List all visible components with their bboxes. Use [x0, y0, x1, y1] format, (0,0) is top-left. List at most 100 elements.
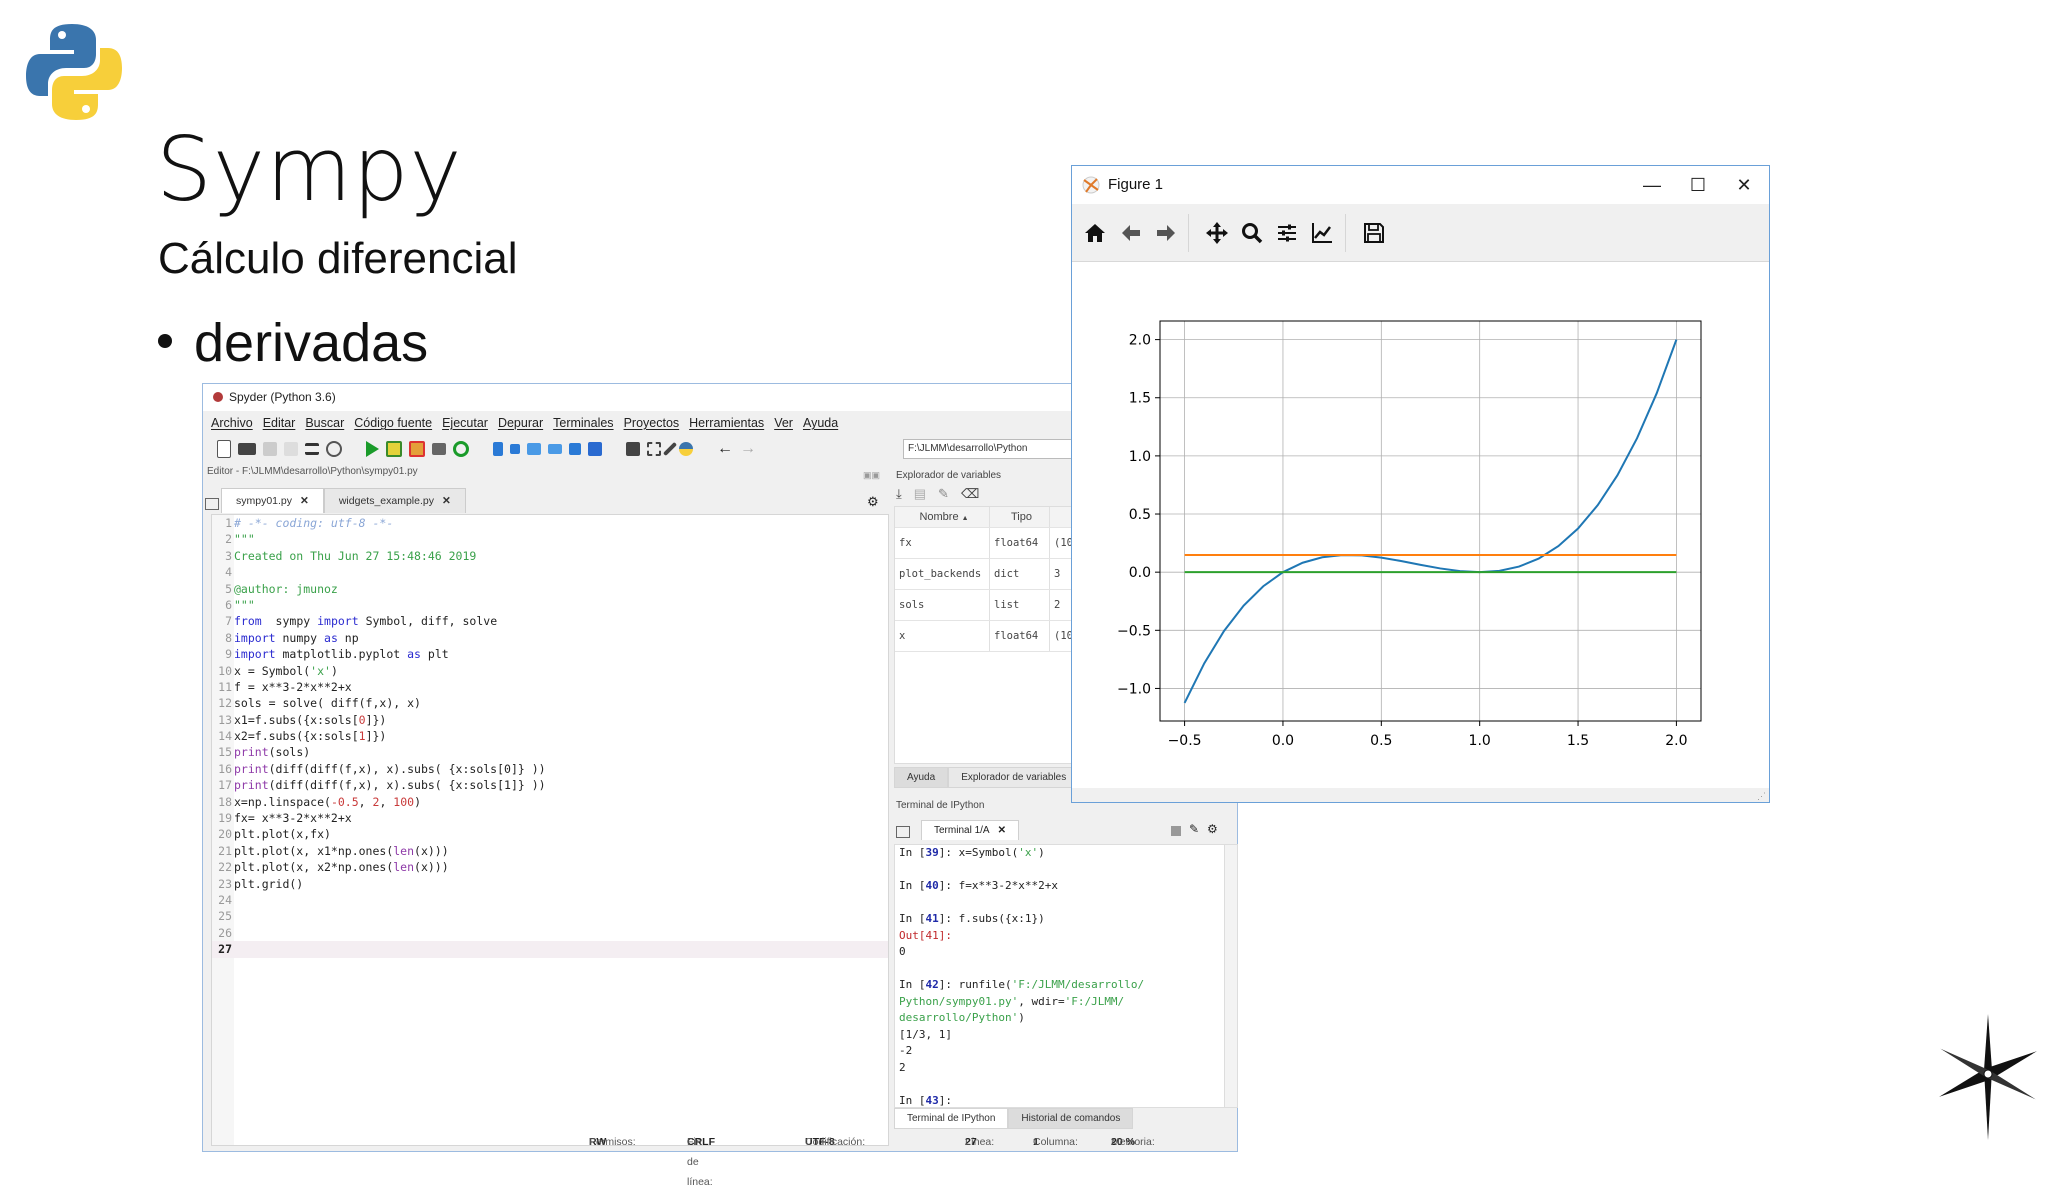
forward-arrow-icon[interactable]: →	[740, 440, 756, 458]
save-data-icon[interactable]: ▤	[914, 486, 926, 502]
code-line[interactable]: 8 import numpy as np	[212, 630, 888, 646]
at-icon[interactable]	[326, 441, 342, 457]
code-line[interactable]: 16 print(diff(diff(f,x), x).subs( {x:sols…	[212, 761, 888, 777]
ipython-console[interactable]: In [39]: x=Symbol('x') In [40]: f=x**3-2*…	[894, 844, 1226, 1108]
menu-proyectos[interactable]: Proyectos	[624, 413, 680, 433]
run-cell-icon[interactable]	[386, 441, 402, 457]
minimize-button[interactable]: —	[1629, 166, 1675, 204]
code-line[interactable]: 2 """	[212, 531, 888, 547]
pan-icon[interactable]	[1204, 220, 1230, 246]
clear-console-icon[interactable]: ✎	[1189, 822, 1199, 836]
forward-icon[interactable]	[1153, 220, 1179, 246]
tab-terminal-1a[interactable]: Terminal 1/A ✕	[921, 820, 1019, 840]
code-line[interactable]: 14 x2=f.subs({x:sols[1]})	[212, 728, 888, 744]
code-line[interactable]: 22 plt.plot(x, x2*np.ones(len(x)))	[212, 859, 888, 875]
menu-depurar[interactable]: Depurar	[498, 413, 543, 433]
code-editor[interactable]: 1 # -*- coding: utf-8 -*- 2 """ 3 Created on …	[211, 514, 889, 1146]
code-line[interactable]: 26	[212, 925, 888, 941]
menu-herramientas[interactable]: Herramientas	[689, 413, 764, 433]
tab-widgets-example[interactable]: widgets_example.py ✕	[323, 488, 466, 513]
debug-icon[interactable]	[493, 442, 503, 456]
list-icon[interactable]	[305, 443, 319, 455]
console-scrollbar[interactable]	[1224, 844, 1238, 1108]
tab-sympy01[interactable]: sympy01.py ✕	[221, 488, 324, 513]
code-line[interactable]: 19 fx= x**3-2*x**2+x	[212, 810, 888, 826]
save-icon[interactable]	[263, 442, 277, 456]
menu-archivo[interactable]: Archivo	[211, 413, 253, 433]
import-data-icon[interactable]: ⤓	[896, 486, 902, 502]
python-path-icon[interactable]	[679, 442, 693, 456]
code-line[interactable]: 13 x1=f.subs({x:sols[0]})	[212, 712, 888, 728]
back-icon[interactable]	[1118, 220, 1144, 246]
subplots-icon[interactable]	[1274, 220, 1300, 246]
tab-ayuda[interactable]: Ayuda	[894, 767, 949, 788]
code-line[interactable]: 1 # -*- coding: utf-8 -*-	[212, 515, 888, 531]
browse-terminals-icon[interactable]	[896, 826, 910, 838]
save-figure-icon[interactable]	[1361, 220, 1387, 246]
code-line[interactable]: 4	[212, 564, 888, 580]
maximize-pane-icon[interactable]	[626, 442, 640, 456]
stop-kernel-icon[interactable]	[1171, 826, 1181, 836]
code-line[interactable]: 21 plt.plot(x, x1*np.ones(len(x)))	[212, 843, 888, 859]
pane-options-icon[interactable]: ▣▣	[863, 470, 880, 481]
menu-ayuda[interactable]: Ayuda	[803, 413, 838, 433]
code-line[interactable]: 12 sols = solve( diff(f,x), x)	[212, 695, 888, 711]
menu-codigo-fuente[interactable]: Código fuente	[354, 413, 432, 433]
options-gear-icon[interactable]: ⚙	[867, 494, 879, 510]
code-line[interactable]: 23 plt.grid()	[212, 876, 888, 892]
close-tab-icon[interactable]: ✕	[998, 825, 1006, 836]
resize-grip-icon[interactable]: ⋰	[1757, 791, 1766, 802]
code-line[interactable]: 27	[212, 941, 888, 958]
run-icon[interactable]	[366, 441, 379, 457]
save-all-icon[interactable]	[284, 442, 298, 456]
code-line[interactable]: 17 print(diff(diff(f,x), x).subs( {x:sols…	[212, 777, 888, 793]
remove-all-variables-icon[interactable]: ⌫	[961, 486, 979, 502]
terminal-options-icon[interactable]: ⚙	[1207, 822, 1218, 836]
step-icon[interactable]	[510, 444, 520, 454]
preferences-wrench-icon[interactable]	[662, 441, 678, 457]
code-line[interactable]: 5 @author: jmunoz	[212, 581, 888, 597]
maximize-button[interactable]: ☐	[1675, 166, 1721, 204]
continue-icon[interactable]	[569, 443, 581, 455]
home-icon[interactable]	[1082, 220, 1108, 246]
menu-ver[interactable]: Ver	[774, 413, 793, 433]
rerun-icon[interactable]	[453, 441, 469, 457]
back-arrow-icon[interactable]: ←	[717, 440, 733, 458]
tab-terminal-ipython[interactable]: Terminal de IPython	[894, 1108, 1009, 1129]
code-line[interactable]: 25	[212, 908, 888, 924]
col-nombre[interactable]: Nombre ▲	[895, 507, 990, 527]
menu-buscar[interactable]: Buscar	[305, 413, 344, 433]
code-line[interactable]: 24	[212, 892, 888, 908]
col-tipo[interactable]: Tipo	[990, 507, 1050, 527]
code-line[interactable]: 6 """	[212, 597, 888, 613]
tab-explorador-variables[interactable]: Explorador de variables	[948, 767, 1080, 788]
menu-ejecutar[interactable]: Ejecutar	[442, 413, 488, 433]
zoom-icon[interactable]	[1239, 220, 1265, 246]
plot-canvas[interactable]: −0.5 0.0 0.5 1.0 1.5 2.0 −1.0 −0.5 0.0 0.5 1.0 1.5 2…	[1072, 262, 1769, 791]
menu-editar[interactable]: Editar	[263, 413, 296, 433]
code-line[interactable]: 3 Created on Thu Jun 27 15:48:46 2019	[212, 548, 888, 564]
code-line[interactable]: 11 f = x**3-2*x**2+x	[212, 679, 888, 695]
close-tab-icon[interactable]: ✕	[300, 495, 309, 507]
run-cell-advance-icon[interactable]	[409, 441, 425, 457]
tab-historial[interactable]: Historial de comandos	[1008, 1108, 1134, 1129]
code-line[interactable]: 9 import matplotlib.pyplot as plt	[212, 646, 888, 662]
step-return-icon[interactable]	[548, 444, 562, 454]
code-line[interactable]: 20 plt.plot(x,fx)	[212, 826, 888, 842]
code-line[interactable]: 7 from sympy import Symbol, diff, solve	[212, 613, 888, 629]
fullscreen-icon[interactable]	[647, 442, 661, 456]
run-selection-icon[interactable]	[432, 443, 446, 455]
save-data-as-icon[interactable]: ✎	[938, 486, 949, 502]
menu-terminales[interactable]: Terminales	[553, 413, 613, 433]
code-line[interactable]: 18 x=np.linspace(-0.5, 2, 100)	[212, 794, 888, 810]
step-into-icon[interactable]	[527, 443, 541, 455]
code-line[interactable]: 10 x = Symbol('x')	[212, 663, 888, 679]
customize-icon[interactable]	[1309, 220, 1335, 246]
close-tab-icon[interactable]: ✕	[442, 495, 451, 507]
close-button[interactable]: ✕	[1721, 166, 1767, 204]
code-line[interactable]: 15 print(sols)	[212, 744, 888, 760]
browse-tabs-icon[interactable]	[205, 498, 219, 510]
open-file-icon[interactable]	[238, 443, 256, 455]
stop-debug-icon[interactable]	[588, 442, 602, 456]
new-file-icon[interactable]	[217, 440, 231, 458]
